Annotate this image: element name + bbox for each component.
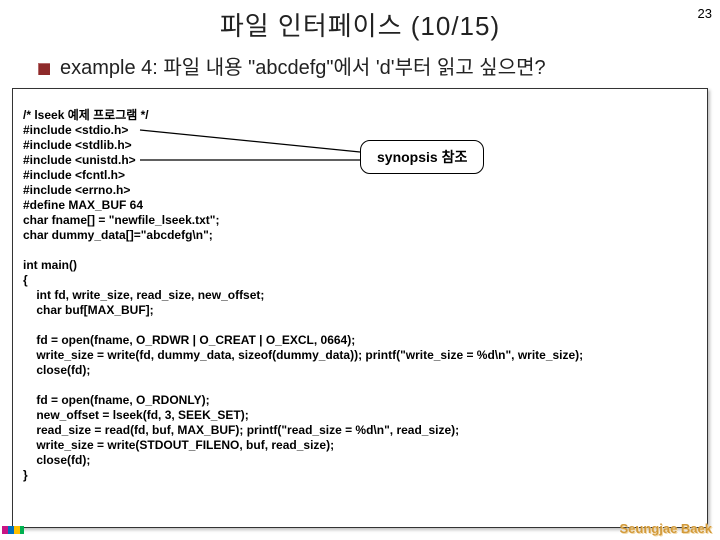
slide: 23 파일 인터페이스 (10/15) example 4: 파일 내용 "ab… [0,0,720,540]
footer-color-mark-icon [2,526,24,534]
author-name: Seungjae Baek [620,521,713,536]
callout-pointer-icon [0,0,720,540]
